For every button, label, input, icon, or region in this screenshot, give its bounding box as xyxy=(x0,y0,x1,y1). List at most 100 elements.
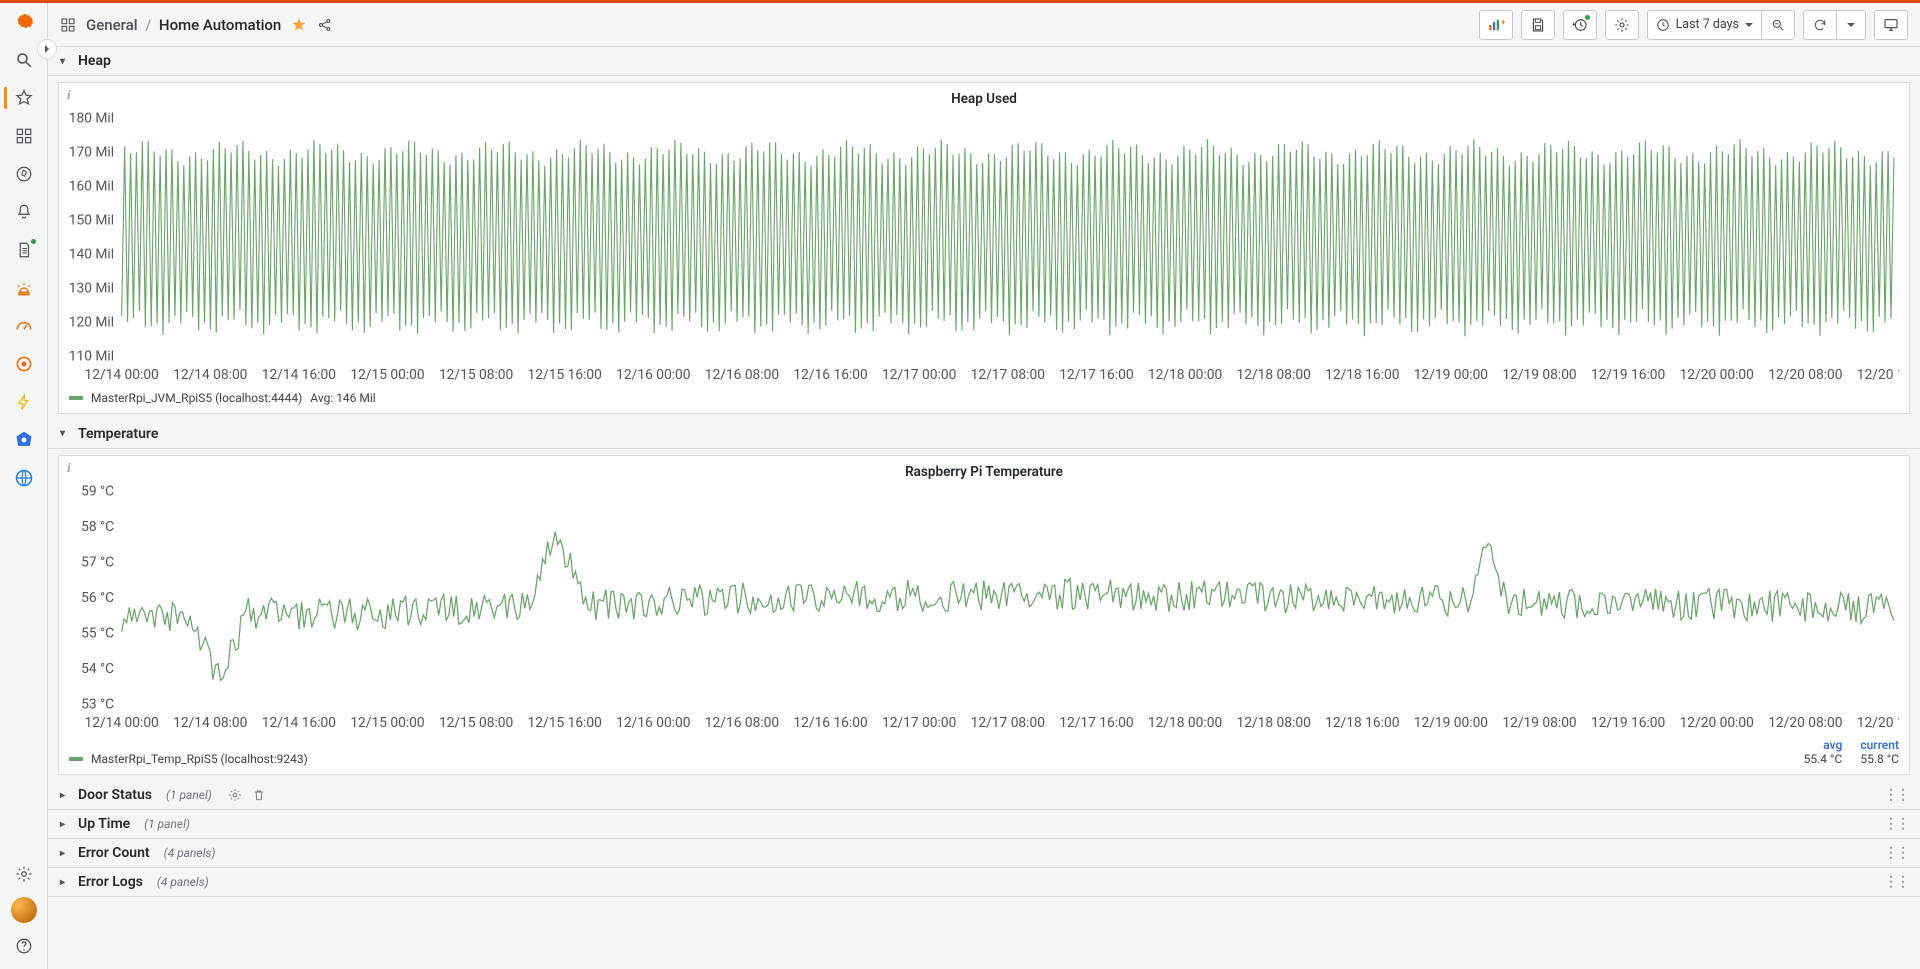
svg-text:120 Mil: 120 Mil xyxy=(69,314,114,330)
refresh-interval-picker[interactable] xyxy=(1836,10,1866,40)
panel-rpi-temperature[interactable]: i Raspberry Pi Temperature 53 °C54 °C55 … xyxy=(58,455,1910,776)
svg-text:12/16 08:00: 12/16 08:00 xyxy=(705,715,779,731)
row-header-heap[interactable]: ▾ Heap xyxy=(48,47,1920,76)
time-range-label: Last 7 days xyxy=(1676,17,1739,32)
row-header-door-status[interactable]: ▸ Door Status (1 panel) ⋮⋮ xyxy=(48,781,1920,810)
add-panel-button[interactable]: + xyxy=(1479,10,1513,40)
nav-plugin-loki[interactable] xyxy=(4,347,44,381)
legend-series-name[interactable]: MasterRpi_JVM_RpiS5 (localhost:4444) xyxy=(91,391,302,405)
nav-starred[interactable] xyxy=(4,81,44,115)
nav-connections[interactable] xyxy=(4,233,44,267)
row-title: Up Time xyxy=(78,816,130,832)
nav-plugin-k8s[interactable] xyxy=(4,423,44,457)
row-delete-button[interactable] xyxy=(252,788,266,802)
row-settings-button[interactable] xyxy=(228,788,242,802)
temperature-chart[interactable]: 53 °C54 °C55 °C56 °C57 °C58 °C59 °C12/14… xyxy=(69,484,1899,735)
svg-text:160 Mil: 160 Mil xyxy=(69,178,114,194)
nav-sidebar xyxy=(0,3,48,969)
gear-icon xyxy=(1614,17,1630,33)
row-title: Error Count xyxy=(78,845,150,861)
row-title: Door Status xyxy=(78,787,152,803)
nav-plugin-alert[interactable] xyxy=(4,271,44,305)
legend-value-current: 55.8 °C xyxy=(1860,752,1899,766)
nav-admin[interactable] xyxy=(4,857,44,891)
panel-heap-used[interactable]: i Heap Used 110 Mil120 Mil130 Mil140 Mil… xyxy=(58,82,1910,414)
svg-text:12/20 08:00: 12/20 08:00 xyxy=(1768,715,1842,731)
panel-info-corner[interactable]: i xyxy=(67,87,71,103)
tv-mode-button[interactable] xyxy=(1874,10,1908,40)
svg-text:12/19 08:00: 12/19 08:00 xyxy=(1502,367,1576,383)
heap-chart[interactable]: 110 Mil120 Mil130 Mil140 Mil150 Mil160 M… xyxy=(69,111,1899,387)
svg-text:12/15 00:00: 12/15 00:00 xyxy=(350,367,424,383)
nav-explore[interactable] xyxy=(4,157,44,191)
avatar-icon xyxy=(11,897,37,923)
nav-plugin-performance[interactable] xyxy=(4,309,44,343)
grafana-logo[interactable] xyxy=(10,9,38,37)
nav-help[interactable] xyxy=(4,929,44,963)
star-filled-icon xyxy=(291,17,307,33)
svg-text:150 Mil: 150 Mil xyxy=(69,212,114,228)
gear-icon xyxy=(228,788,242,802)
nav-alerting[interactable] xyxy=(4,195,44,229)
svg-text:12/14 08:00: 12/14 08:00 xyxy=(173,715,247,731)
row-drag-handle[interactable]: ⋮⋮ xyxy=(1884,816,1908,832)
svg-text:12/19 00:00: 12/19 00:00 xyxy=(1414,367,1488,383)
panel-title: Raspberry Pi Temperature xyxy=(59,456,1909,482)
nav-plugin-tempo[interactable] xyxy=(4,385,44,419)
apps-icon xyxy=(15,127,33,145)
alert-light-icon xyxy=(14,278,34,298)
dashboard-insights-button[interactable] xyxy=(1563,10,1597,40)
time-range-picker[interactable]: Last 7 days xyxy=(1647,10,1762,40)
svg-text:140 Mil: 140 Mil xyxy=(69,246,114,262)
dashboard-settings-button[interactable] xyxy=(1605,10,1639,40)
breadcrumb-folder[interactable]: General xyxy=(86,16,138,34)
chevron-down-icon: ▾ xyxy=(60,56,70,67)
row-drag-handle[interactable]: ⋮⋮ xyxy=(1884,874,1908,890)
panel-info-corner[interactable]: i xyxy=(67,460,71,476)
chevron-right-icon: ▸ xyxy=(60,819,70,830)
chevron-right-icon xyxy=(43,45,51,53)
row-title: Temperature xyxy=(78,426,158,442)
breadcrumb-dashboards-icon[interactable] xyxy=(60,17,76,33)
chevron-right-icon: ▸ xyxy=(60,790,70,801)
nav-search[interactable] xyxy=(4,43,44,77)
svg-text:12/14 16:00: 12/14 16:00 xyxy=(262,715,336,731)
share-icon xyxy=(317,17,333,33)
star-dashboard-button[interactable] xyxy=(291,17,307,33)
row-header-temperature[interactable]: ▾ Temperature xyxy=(48,420,1920,449)
svg-text:12/20 16:00: 12/20 16:00 xyxy=(1857,715,1899,731)
nav-plugin-world[interactable] xyxy=(4,461,44,495)
svg-text:12/18 08:00: 12/18 08:00 xyxy=(1237,367,1311,383)
notification-dot-icon xyxy=(31,239,36,244)
row-header-error-logs[interactable]: ▸ Error Logs (4 panels) ⋮⋮ xyxy=(48,868,1920,897)
breadcrumb: General / Home Automation xyxy=(86,16,281,34)
refresh-icon xyxy=(1813,18,1827,32)
svg-text:180 Mil: 180 Mil xyxy=(69,111,114,126)
gear-icon xyxy=(15,865,33,883)
legend-series-name[interactable]: MasterRpi_Temp_RpiS5 (localhost:9243) xyxy=(91,752,308,766)
nav-profile[interactable] xyxy=(4,893,44,927)
share-dashboard-button[interactable] xyxy=(317,17,333,33)
legend-swatch-icon xyxy=(69,396,83,400)
svg-text:12/19 08:00: 12/19 08:00 xyxy=(1502,715,1576,731)
breadcrumb-separator: / xyxy=(145,16,151,34)
zoom-out-icon xyxy=(1771,18,1785,32)
refresh-button[interactable] xyxy=(1803,10,1837,40)
svg-text:12/16 00:00: 12/16 00:00 xyxy=(616,715,690,731)
svg-text:12/15 08:00: 12/15 08:00 xyxy=(439,367,513,383)
svg-text:12/18 00:00: 12/18 00:00 xyxy=(1148,715,1222,731)
svg-text:170 Mil: 170 Mil xyxy=(69,144,114,160)
row-header-up-time[interactable]: ▸ Up Time (1 panel) ⋮⋮ xyxy=(48,810,1920,839)
svg-text:12/16 16:00: 12/16 16:00 xyxy=(793,715,867,731)
svg-text:12/15 16:00: 12/15 16:00 xyxy=(528,367,602,383)
save-dashboard-button[interactable] xyxy=(1521,10,1555,40)
dashboard-body[interactable]: ▾ Heap i Heap Used 110 Mil120 Mil130 Mil… xyxy=(48,47,1920,969)
kubernetes-icon xyxy=(14,430,34,450)
row-header-error-count[interactable]: ▸ Error Count (4 panels) ⋮⋮ xyxy=(48,839,1920,868)
svg-text:12/16 00:00: 12/16 00:00 xyxy=(616,367,690,383)
row-drag-handle[interactable]: ⋮⋮ xyxy=(1884,845,1908,861)
clock-icon xyxy=(1656,18,1670,32)
zoom-out-button[interactable] xyxy=(1761,10,1795,40)
nav-dashboards[interactable] xyxy=(4,119,44,153)
row-drag-handle[interactable]: ⋮⋮ xyxy=(1884,787,1908,803)
